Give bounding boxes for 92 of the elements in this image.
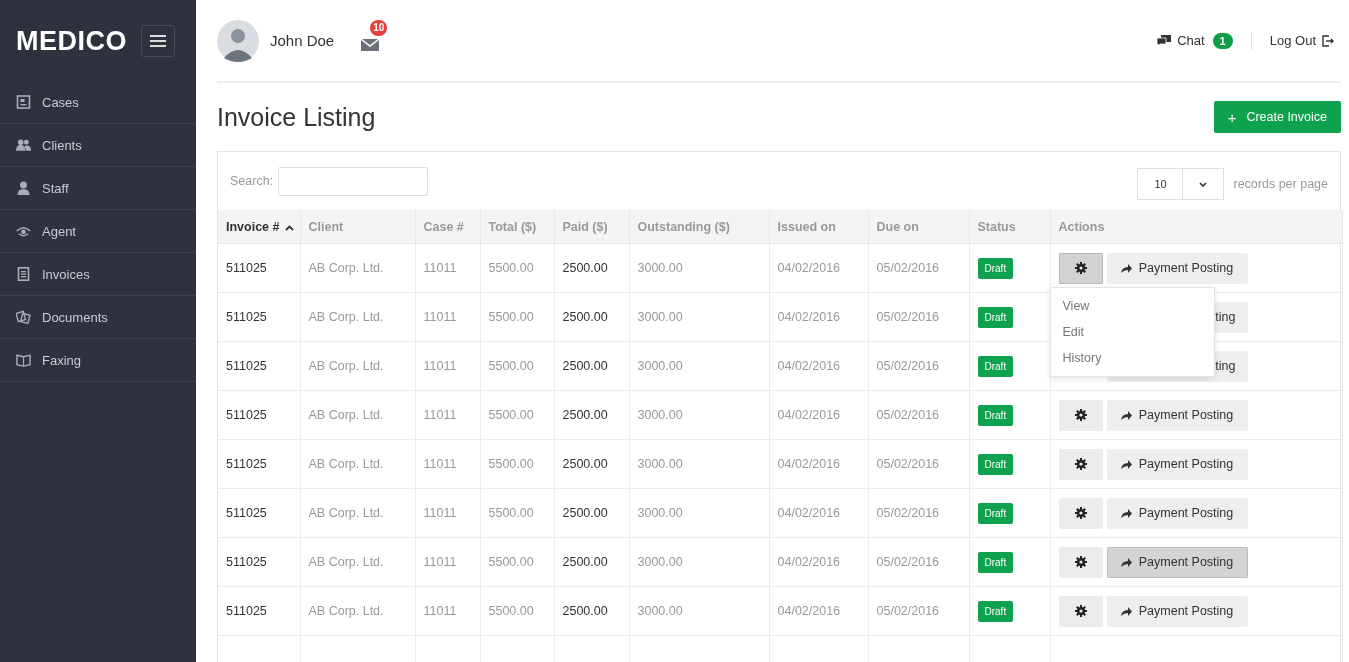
table-cell: 04/02/2016 [769, 341, 868, 391]
mail-count-badge: 10 [370, 19, 388, 36]
table-cell: 2500.00 [554, 537, 629, 587]
payment-posting-button[interactable]: Payment Posting [1106, 497, 1248, 529]
table-cell: 04/02/2016 [769, 390, 868, 440]
payment-posting-button[interactable]: Payment Posting [1106, 252, 1248, 284]
table-cell: 511025 [218, 341, 300, 391]
table-cell: 2500.00 [554, 439, 629, 489]
table-cell: 05/02/2016 [868, 341, 969, 391]
user-name: John Doe [270, 32, 335, 49]
table-cell: 2500.00 [554, 390, 629, 440]
table-cell: 11011 [415, 341, 480, 391]
status-badge: Draft [977, 356, 1014, 377]
table-cell: 2500.00 [554, 488, 629, 538]
table-cell: 05/02/2016 [868, 243, 969, 293]
table-cell: 3000.00 [629, 488, 769, 538]
table-cell: AB Corp. Ltd. [300, 537, 415, 587]
status-badge: Draft [977, 454, 1014, 475]
menu-item[interactable]: History [1050, 344, 1214, 371]
table-cell: 05/02/2016 [868, 292, 969, 342]
table-cell: 11011 [415, 243, 480, 293]
table-cell: 511025 [218, 488, 300, 538]
table-cell: 5500.00 [480, 537, 554, 587]
table-cell: 11011 [415, 439, 480, 489]
table-cell: 05/02/2016 [868, 390, 969, 440]
payment-posting-button[interactable]: Payment Posting [1106, 448, 1248, 480]
table-cell: 04/02/2016 [769, 488, 868, 538]
table-cell: AB Corp. Ltd. [300, 390, 415, 440]
table-cell: 11011 [415, 586, 480, 636]
table-cell: 11011 [415, 488, 480, 538]
table-cell: 3000.00 [629, 390, 769, 440]
table-cell: 2500.00 [554, 243, 629, 293]
table-cell: 05/02/2016 [868, 439, 969, 489]
payment-posting-button[interactable]: Payment Posting [1106, 399, 1248, 431]
table-cell: 05/02/2016 [868, 586, 969, 636]
table-cell: 04/02/2016 [769, 439, 868, 489]
table-cell: 04/02/2016 [769, 537, 868, 587]
table-cell: 5500.00 [480, 488, 554, 538]
table-cell: 05/02/2016 [868, 537, 969, 587]
table-cell: 511025 [218, 586, 300, 636]
table-cell: 3000.00 [629, 341, 769, 391]
status-badge: Draft [977, 552, 1014, 573]
table-cell: 511025 [218, 243, 300, 293]
page-title: Invoice Listing [217, 102, 376, 132]
table-cell: 5500.00 [480, 292, 554, 342]
table-cell: AB Corp. Ltd. [300, 439, 415, 489]
table-cell: 511025 [218, 537, 300, 587]
table-cell: 11011 [415, 292, 480, 342]
table-cell: 04/02/2016 [769, 243, 868, 293]
payment-posting-button[interactable]: Payment Posting [1106, 546, 1248, 578]
payment-posting-button[interactable]: Payment Posting [1106, 595, 1248, 627]
status-badge: Draft [977, 601, 1014, 622]
logout-link[interactable]: Log Out [1269, 33, 1334, 48]
search-label: Search: [230, 174, 274, 188]
table-cell: 11011 [415, 537, 480, 587]
table-cell: 5500.00 [480, 341, 554, 391]
table-cell: 2500.00 [554, 341, 629, 391]
menu-item[interactable]: Edit [1050, 318, 1214, 345]
table-cell: 3000.00 [629, 243, 769, 293]
table-cell: AB Corp. Ltd. [300, 292, 415, 342]
table-cell: 3000.00 [629, 537, 769, 587]
table-cell: 511025 [218, 292, 300, 342]
status-badge: Draft [977, 503, 1014, 524]
status-badge: Draft [977, 405, 1014, 426]
table-cell: 5500.00 [480, 586, 554, 636]
status-badge: Draft [977, 307, 1014, 328]
table-cell: AB Corp. Ltd. [300, 586, 415, 636]
menu-item[interactable]: View [1050, 292, 1214, 319]
table-cell: 2500.00 [554, 292, 629, 342]
table-cell: AB Corp. Ltd. [300, 488, 415, 538]
table-cell: 11011 [415, 390, 480, 440]
table-cell: AB Corp. Ltd. [300, 341, 415, 391]
column-header[interactable]: Invoice # [218, 210, 300, 244]
records-per-page-label: records per page [1233, 177, 1328, 191]
chat-link[interactable]: Chat [1157, 33, 1205, 48]
table-cell: 5500.00 [480, 439, 554, 489]
table-cell: 3000.00 [629, 439, 769, 489]
table-cell: 3000.00 [629, 586, 769, 636]
logo: MEDICO [16, 25, 127, 57]
table-cell: AB Corp. Ltd. [300, 243, 415, 293]
chat-count-badge: 1 [1212, 32, 1233, 49]
table-cell: 2500.00 [554, 586, 629, 636]
table-cell: 5500.00 [480, 390, 554, 440]
status-badge: Draft [977, 258, 1014, 279]
table-cell: 3000.00 [629, 292, 769, 342]
table-cell: 5500.00 [480, 243, 554, 293]
table-cell: 05/02/2016 [868, 488, 969, 538]
table-cell: 04/02/2016 [769, 292, 868, 342]
table-cell: 04/02/2016 [769, 586, 868, 636]
page-size-select[interactable]: 10 [1137, 168, 1225, 200]
table-cell: 511025 [218, 439, 300, 489]
table-cell: 511025 [218, 390, 300, 440]
